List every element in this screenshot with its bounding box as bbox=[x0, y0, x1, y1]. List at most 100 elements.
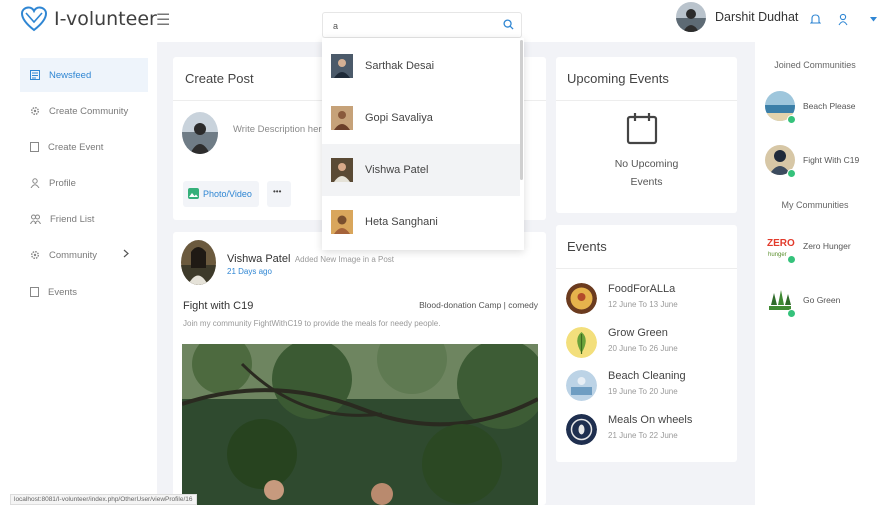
sidebar-item-events[interactable]: Events bbox=[20, 275, 148, 309]
community-name: Go Green bbox=[803, 295, 841, 305]
sidebar-item-create-community[interactable]: Create Community bbox=[20, 94, 148, 128]
calendar-icon bbox=[626, 113, 658, 145]
sidebar-item-newsfeed[interactable]: Newsfeed bbox=[20, 58, 148, 92]
community-item[interactable]: Beach Please bbox=[765, 91, 885, 127]
search-results-dropdown: Sarthak Desai Gopi Savaliya Vishwa Patel… bbox=[322, 38, 524, 250]
joined-communities-title: Joined Communities bbox=[774, 60, 856, 70]
gear-icon bbox=[31, 107, 39, 115]
event-item[interactable]: Meals On wheels 21 June To 22 June bbox=[566, 414, 736, 454]
upcoming-events-card: Upcoming Events No Upcoming Events bbox=[556, 57, 737, 213]
sidebar-item-label: Newsfeed bbox=[49, 69, 92, 81]
result-name: Vishwa Patel bbox=[365, 164, 429, 176]
no-events-line2: Events bbox=[630, 176, 663, 188]
bell-icon[interactable] bbox=[810, 13, 821, 26]
caret-down-icon[interactable] bbox=[870, 17, 877, 22]
post-time: 21 Days ago bbox=[227, 267, 272, 276]
post-image[interactable] bbox=[182, 344, 538, 505]
sidebar-item-label: Profile bbox=[49, 177, 76, 189]
photo-video-button[interactable]: Photo/Video bbox=[183, 181, 259, 207]
event-dates: 20 June To 26 June bbox=[608, 344, 678, 353]
app-name: I-volunteer bbox=[54, 8, 157, 30]
event-dates: 21 June To 22 June bbox=[608, 431, 678, 440]
event-dates: 12 June To 13 June bbox=[608, 300, 678, 309]
result-name: Sarthak Desai bbox=[365, 60, 435, 72]
user-avatar bbox=[676, 2, 706, 32]
post-description-input[interactable]: Write Description here bbox=[233, 124, 327, 135]
more-icon: ••• bbox=[273, 187, 282, 196]
post-description: Join my community FightWithC19 to provid… bbox=[183, 319, 441, 328]
users-icon bbox=[30, 214, 41, 224]
svg-text:hunger: hunger bbox=[768, 252, 787, 258]
create-post-title: Create Post bbox=[185, 71, 254, 86]
heart-logo-icon bbox=[20, 6, 48, 32]
no-events-line1: No Upcoming bbox=[614, 158, 679, 170]
divider bbox=[556, 268, 737, 269]
event-logo bbox=[566, 327, 597, 358]
sidebar-item-label: Create Community bbox=[49, 105, 129, 117]
menu-toggle-icon[interactable]: ☰ bbox=[156, 10, 170, 30]
events-title: Events bbox=[567, 239, 607, 254]
sidebar-item-label: Friend List bbox=[50, 213, 95, 225]
search-icon[interactable] bbox=[503, 19, 514, 30]
post-tags: Blood-donation Camp | comedy bbox=[419, 300, 538, 310]
post-header: Vishwa Patel Added New Image in a Post bbox=[227, 249, 394, 267]
my-communities-title: My Communities bbox=[781, 200, 849, 210]
search-box bbox=[322, 12, 522, 38]
more-options-button[interactable]: ••• bbox=[267, 181, 291, 207]
sidebar-item-community[interactable]: Community bbox=[20, 238, 148, 272]
result-avatar bbox=[331, 210, 353, 234]
result-avatar bbox=[331, 54, 353, 78]
search-result-item[interactable]: Sarthak Desai bbox=[322, 40, 520, 92]
user-add-icon[interactable] bbox=[838, 13, 850, 26]
result-name: Gopi Savaliya bbox=[365, 112, 433, 124]
search-input[interactable] bbox=[331, 20, 505, 32]
status-bar-url: localhost:8081/I-volunteer/index.php/Oth… bbox=[10, 494, 197, 505]
online-indicator bbox=[787, 115, 796, 124]
user-icon bbox=[30, 178, 40, 188]
result-avatar bbox=[331, 106, 353, 130]
event-logo bbox=[566, 283, 597, 314]
user-menu[interactable]: Darshit Dudhat bbox=[676, 2, 798, 32]
event-item[interactable]: FoodForALLa 12 June To 13 June bbox=[566, 283, 736, 323]
post-card: Vishwa Patel Added New Image in a Post 2… bbox=[173, 232, 546, 505]
search-result-item[interactable]: Gopi Savaliya bbox=[322, 92, 520, 144]
event-name: Grow Green bbox=[608, 327, 668, 339]
online-indicator bbox=[787, 309, 796, 318]
post-author-name[interactable]: Vishwa Patel bbox=[227, 253, 290, 265]
app-logo[interactable]: I-volunteer bbox=[20, 5, 157, 33]
dropdown-scrollbar[interactable] bbox=[520, 40, 523, 180]
sidebar-item-label: Create Event bbox=[48, 141, 104, 153]
photo-icon bbox=[188, 188, 199, 199]
community-name: Zero Hunger bbox=[803, 241, 851, 251]
post-author-avatar bbox=[182, 112, 218, 154]
divider bbox=[556, 100, 737, 101]
online-indicator bbox=[787, 169, 796, 178]
event-name: FoodForALLa bbox=[608, 283, 676, 295]
sidebar-item-create-event[interactable]: Create Event bbox=[20, 130, 148, 164]
photo-video-label: Photo/Video bbox=[203, 189, 252, 199]
community-name: Fight With C19 bbox=[803, 155, 860, 165]
svg-text:ZERO: ZERO bbox=[767, 238, 795, 249]
community-item[interactable]: Go Green bbox=[765, 285, 885, 321]
result-avatar bbox=[331, 158, 353, 182]
event-logo bbox=[566, 370, 597, 401]
chevron-right-icon bbox=[123, 249, 129, 258]
user-name: Darshit Dudhat bbox=[715, 10, 799, 24]
event-name: Beach Cleaning bbox=[608, 370, 686, 382]
community-item[interactable]: ZERO hunger Zero Hunger bbox=[765, 231, 885, 267]
event-item[interactable]: Grow Green 20 June To 26 June bbox=[566, 327, 736, 367]
document-icon bbox=[30, 287, 39, 297]
search-result-item[interactable]: Heta Sanghani bbox=[322, 196, 520, 248]
event-item[interactable]: Beach Cleaning 19 June To 20 June bbox=[566, 370, 736, 410]
sidebar-item-label: Community bbox=[49, 249, 98, 261]
newsfeed-icon bbox=[30, 70, 40, 80]
search-result-item[interactable]: Vishwa Patel bbox=[322, 144, 520, 196]
post-author-avatar bbox=[181, 240, 216, 285]
event-logo bbox=[566, 414, 597, 445]
document-icon bbox=[30, 142, 39, 152]
sidebar-item-friend-list[interactable]: Friend List bbox=[20, 202, 148, 236]
community-item[interactable]: Fight With C19 bbox=[765, 145, 885, 181]
sidebar-item-label: Events bbox=[48, 286, 78, 298]
sidebar-item-profile[interactable]: Profile bbox=[20, 166, 148, 200]
result-name: Heta Sanghani bbox=[365, 216, 438, 228]
